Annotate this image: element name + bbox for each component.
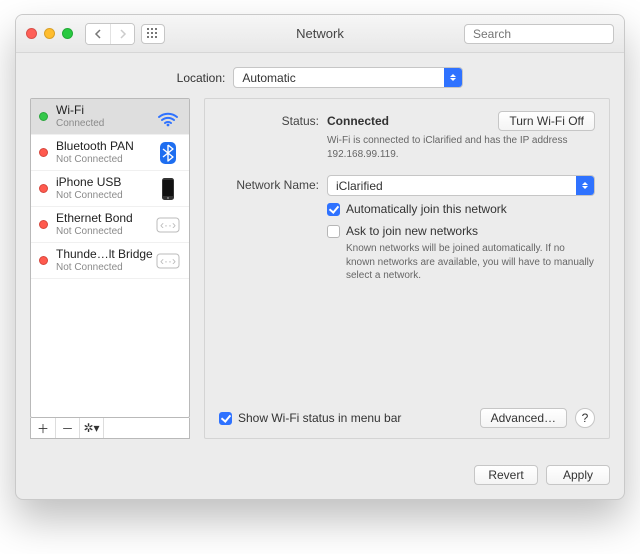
search-input[interactable]	[471, 26, 625, 42]
service-item-ethernet-bond[interactable]: Ethernet BondNot Connected ‹··›	[31, 207, 189, 243]
window-footer: Revert Apply	[16, 455, 624, 499]
service-list[interactable]: Wi-FiConnected Bluetooth PANNot Connecte…	[30, 98, 190, 418]
service-name: iPhone USB	[56, 176, 155, 190]
wifi-toggle-button[interactable]: Turn Wi-Fi Off	[498, 111, 595, 131]
service-item-bluetooth[interactable]: Bluetooth PANNot Connected	[31, 135, 189, 171]
advanced-button[interactable]: Advanced…	[480, 408, 567, 428]
ask-join-description: Known networks will be joined automatica…	[346, 242, 595, 283]
detail-panel: Status: Connected Turn Wi-Fi Off Wi-Fi i…	[204, 98, 610, 439]
network-name-select[interactable]: iClarified	[327, 175, 595, 196]
apply-button[interactable]: Apply	[546, 465, 610, 485]
svg-text:‹··›: ‹··›	[160, 254, 176, 268]
remove-service-button[interactable]: －	[55, 418, 79, 438]
chevron-left-icon	[94, 29, 102, 39]
checkbox-icon	[327, 203, 340, 216]
service-name: Thunde…lt Bridge	[56, 248, 155, 262]
plus-icon: ＋	[37, 420, 49, 437]
service-item-thunderbolt-bridge[interactable]: Thunde…lt BridgeNot Connected ‹··›	[31, 243, 189, 279]
help-button[interactable]: ?	[575, 408, 595, 428]
service-status: Not Connected	[56, 226, 155, 238]
panel-footer: Show Wi-Fi status in menu bar Advanced… …	[219, 408, 595, 428]
zoom-button[interactable]	[62, 28, 73, 39]
ethernet-icon: ‹··›	[155, 212, 181, 238]
window-body: Location: Automatic Wi-FiConnected	[16, 53, 624, 455]
gear-icon: ✲▾	[83, 421, 99, 435]
chevron-right-icon	[119, 29, 127, 39]
status-dot-icon	[39, 184, 48, 193]
close-button[interactable]	[26, 28, 37, 39]
service-item-wifi[interactable]: Wi-FiConnected	[31, 99, 189, 135]
nav-segment	[85, 23, 135, 45]
bluetooth-icon	[155, 140, 181, 166]
phone-icon	[155, 176, 181, 202]
service-name: Ethernet Bond	[56, 212, 155, 226]
service-status: Not Connected	[56, 262, 155, 274]
revert-button[interactable]: Revert	[474, 465, 538, 485]
forward-button[interactable]	[110, 24, 134, 44]
service-name: Bluetooth PAN	[56, 140, 155, 154]
ask-join-row: Ask to join new networks Known networks …	[219, 224, 595, 283]
network-name-row: Network Name: iClarified	[219, 175, 595, 196]
status-label: Status:	[219, 111, 327, 128]
service-action-menu[interactable]: ✲▾	[79, 418, 103, 438]
service-status: Not Connected	[56, 154, 155, 166]
show-menubar-label: Show Wi-Fi status in menu bar	[238, 411, 401, 425]
prefs-window: Network Location: Automatic Wi-FiConnect…	[15, 14, 625, 500]
ethernet-icon: ‹··›	[155, 248, 181, 274]
auto-join-checkbox[interactable]: Automatically join this network	[327, 202, 595, 216]
service-status: Not Connected	[56, 190, 155, 202]
wifi-icon	[155, 104, 181, 130]
help-icon: ?	[582, 411, 589, 425]
network-name-value: iClarified	[336, 179, 383, 193]
location-row: Location: Automatic	[30, 67, 610, 88]
service-list-toolbar: ＋ － ✲▾	[30, 418, 190, 439]
auto-join-row: Automatically join this network	[219, 202, 595, 216]
titlebar: Network	[16, 15, 624, 53]
svg-text:‹··›: ‹··›	[160, 218, 176, 232]
minus-icon: －	[62, 420, 74, 437]
location-select[interactable]: Automatic	[233, 67, 463, 88]
select-stepper-icon	[444, 68, 462, 87]
add-service-button[interactable]: ＋	[31, 418, 55, 438]
status-dot-icon	[39, 112, 48, 121]
checkbox-icon	[327, 225, 340, 238]
status-value: Connected	[327, 114, 389, 128]
status-dot-icon	[39, 220, 48, 229]
location-value: Automatic	[242, 71, 295, 85]
ask-join-checkbox[interactable]: Ask to join new networks	[327, 224, 595, 238]
service-sidebar: Wi-FiConnected Bluetooth PANNot Connecte…	[30, 98, 190, 439]
location-label: Location:	[177, 71, 226, 85]
minimize-button[interactable]	[44, 28, 55, 39]
ask-join-label: Ask to join new networks	[346, 224, 478, 238]
network-name-label: Network Name:	[219, 175, 327, 192]
back-button[interactable]	[86, 24, 110, 44]
status-description: Wi-Fi is connected to iClarified and has…	[327, 134, 587, 161]
service-item-iphone-usb[interactable]: iPhone USBNot Connected	[31, 171, 189, 207]
status-dot-icon	[39, 256, 48, 265]
grid-icon	[147, 28, 159, 40]
status-dot-icon	[39, 148, 48, 157]
select-stepper-icon	[576, 176, 594, 195]
auto-join-label: Automatically join this network	[346, 202, 507, 216]
checkbox-icon	[219, 412, 232, 425]
traffic-lights	[26, 28, 73, 39]
service-name: Wi-Fi	[56, 104, 155, 118]
show-all-button[interactable]	[141, 24, 165, 44]
status-row: Status: Connected Turn Wi-Fi Off Wi-Fi i…	[219, 111, 595, 161]
show-menubar-checkbox[interactable]: Show Wi-Fi status in menu bar	[219, 411, 401, 425]
service-status: Connected	[56, 118, 155, 130]
search-field[interactable]	[464, 24, 614, 44]
